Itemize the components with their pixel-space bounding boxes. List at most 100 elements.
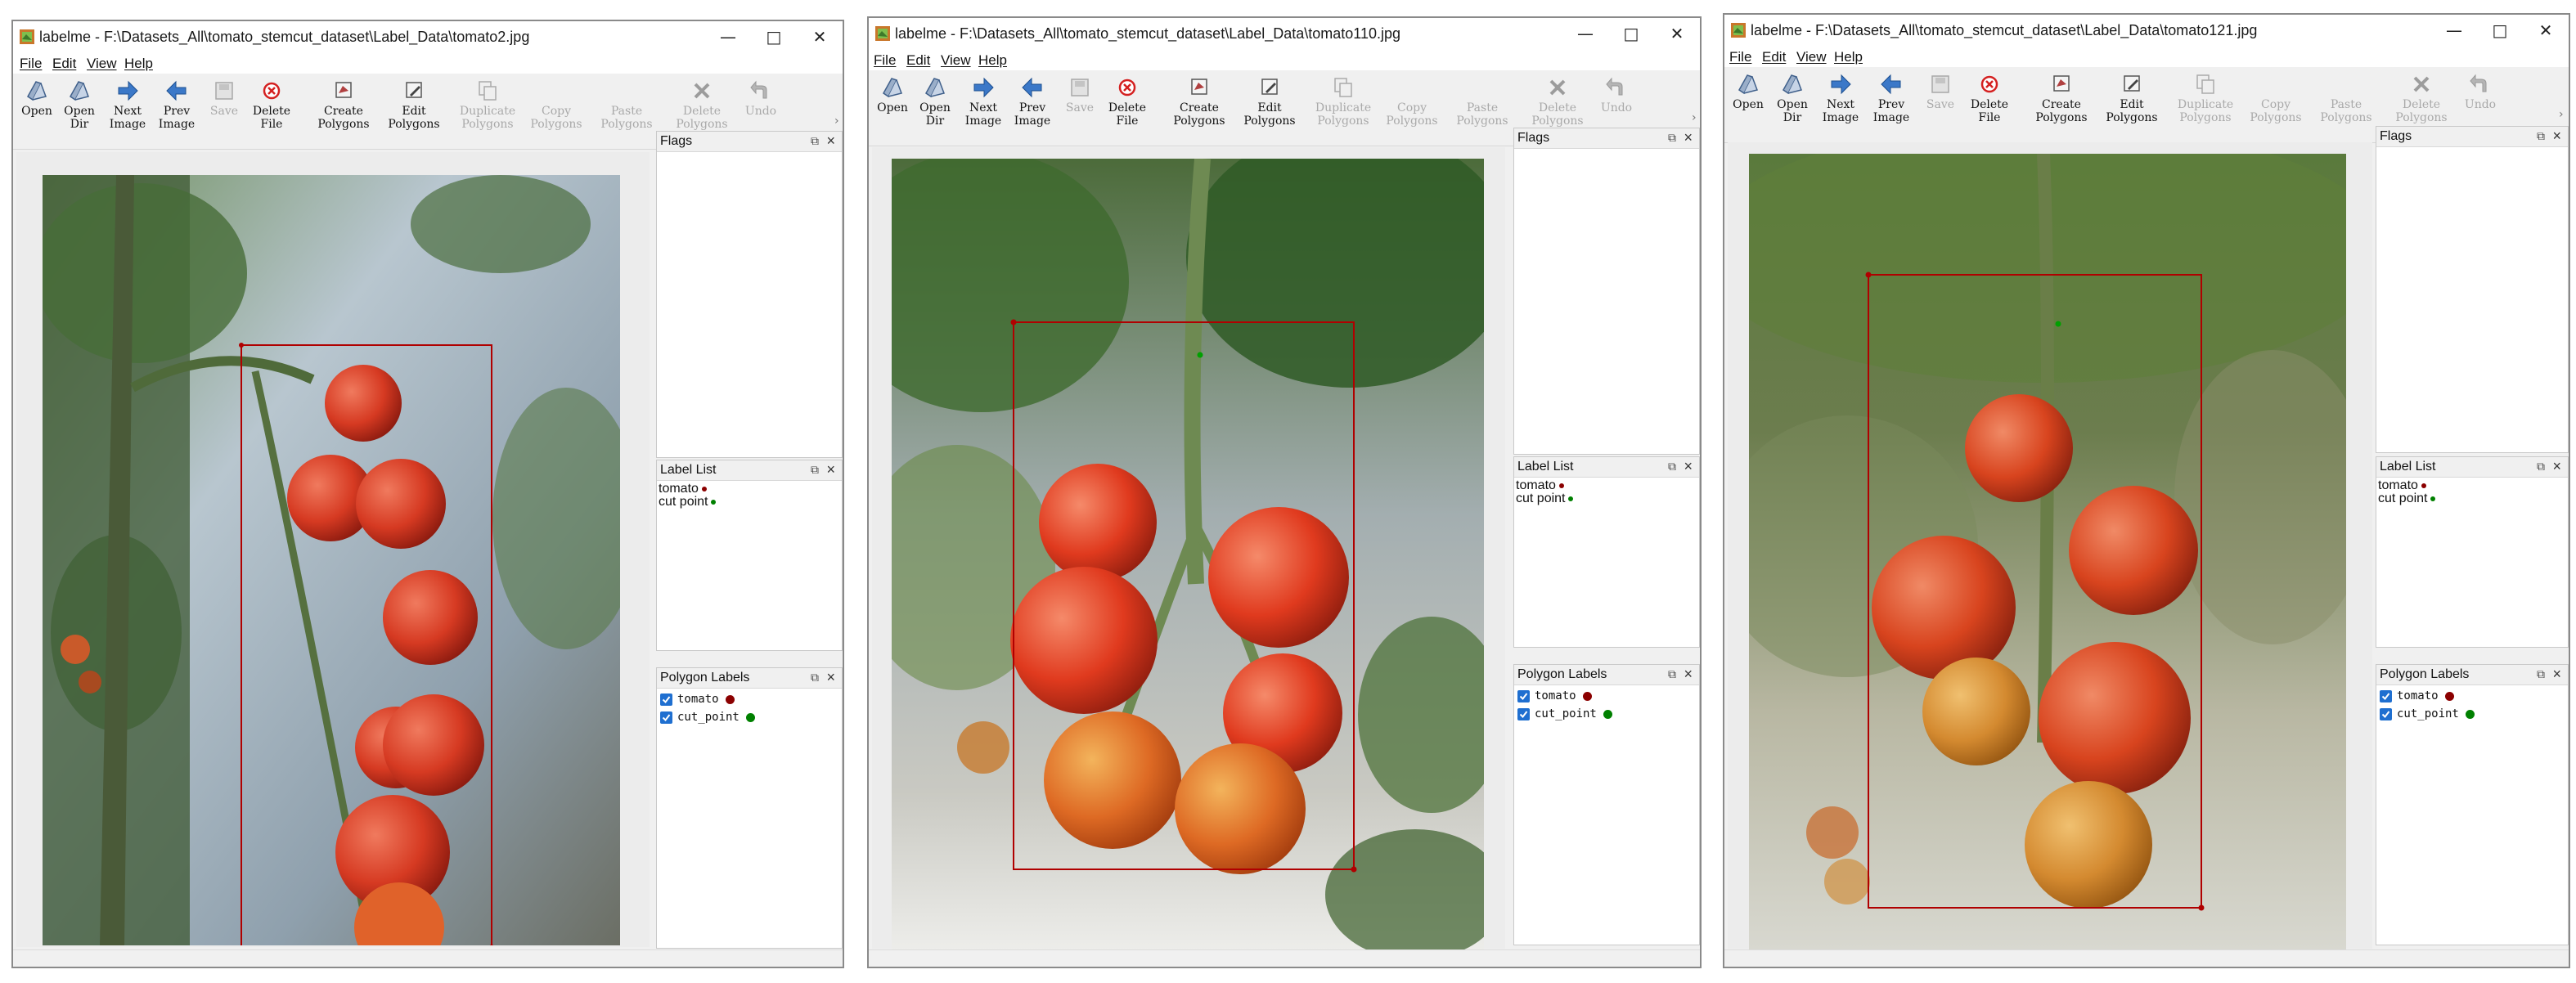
close-dock-icon[interactable]: ×: [826, 132, 835, 150]
prev-image-button[interactable]: Prev Image: [1872, 70, 1911, 141]
title-bar[interactable]: labelme - F:\Datasets_All\tomato_stemcut…: [1724, 15, 2569, 46]
polygon-labels-title: Polygon Labels ⧉ ×: [1514, 665, 1699, 685]
edit-polygons-button[interactable]: Edit Polygons: [1242, 74, 1297, 144]
checkbox[interactable]: [2380, 707, 2392, 720]
polygon-label-cut-point[interactable]: cut_point: [660, 711, 755, 724]
menu-help[interactable]: Help: [1834, 49, 1863, 65]
float-icon[interactable]: ⧉: [2537, 129, 2545, 143]
close-dock-icon[interactable]: ×: [2552, 458, 2561, 475]
menu-file[interactable]: File: [1729, 49, 1751, 65]
create-polygons-button[interactable]: Create Polygons: [2034, 70, 2089, 141]
menu-file[interactable]: File: [874, 52, 896, 69]
menu-help[interactable]: Help: [978, 52, 1007, 69]
label-list-item-cut-point[interactable]: cut point: [659, 495, 717, 509]
create-polygons-button[interactable]: Create Polygons: [1171, 74, 1227, 144]
save-button[interactable]: Save: [1063, 74, 1096, 144]
checkbox[interactable]: [660, 711, 672, 724]
checkbox[interactable]: [1517, 689, 1530, 702]
close-dock-icon[interactable]: ×: [2552, 128, 2561, 145]
label-list-item-cut-point[interactable]: cut point: [1516, 492, 1574, 506]
polygon-label-cut-point[interactable]: cut_point: [1517, 707, 1612, 720]
next-image-button[interactable]: Next Image: [1821, 70, 1860, 141]
paste-polygons-button[interactable]: Paste Polygons: [1454, 74, 1510, 144]
duplicate-polygons-button[interactable]: Duplicate Polygons: [2173, 70, 2238, 141]
close-dock-icon[interactable]: ×: [826, 669, 835, 686]
prev-image-button[interactable]: Prev Image: [1013, 74, 1052, 144]
close-window-button[interactable]: ✕: [1654, 18, 1700, 49]
checkbox[interactable]: [2380, 689, 2392, 702]
copy-polygons-button[interactable]: Copy Polygons: [2248, 70, 2304, 141]
close-dock-icon[interactable]: ×: [1684, 666, 1693, 683]
next-image-button[interactable]: Next Image: [964, 74, 1003, 144]
image-canvas[interactable]: [872, 147, 1505, 950]
close-window-button[interactable]: ✕: [2523, 15, 2569, 46]
paste-polygons-button[interactable]: Paste Polygons: [2318, 70, 2374, 141]
save-button[interactable]: Save: [1924, 70, 1957, 141]
duplicate-polygons-button[interactable]: Duplicate Polygons: [1310, 74, 1376, 144]
float-icon[interactable]: ⧉: [2537, 667, 2545, 681]
close-dock-icon[interactable]: ×: [1684, 129, 1693, 146]
duplicate-polygons-button[interactable]: Duplicate Polygons: [455, 77, 520, 147]
menu-edit[interactable]: Edit: [906, 52, 930, 69]
close-window-button[interactable]: ✕: [797, 21, 843, 52]
menu-view[interactable]: View: [1796, 49, 1827, 65]
float-icon[interactable]: ⧉: [1668, 667, 1676, 681]
menu-view[interactable]: View: [87, 56, 117, 72]
toolbar-overflow-icon[interactable]: ›: [1692, 111, 1697, 124]
maximize-button[interactable]: □: [1608, 18, 1654, 49]
edit-polygons-button[interactable]: Edit Polygons: [386, 77, 442, 147]
minimize-button[interactable]: —: [2431, 15, 2477, 46]
toolbar-overflow-icon[interactable]: ›: [834, 114, 839, 128]
prev-image-button[interactable]: Prev Image: [157, 77, 196, 147]
delete-file-button[interactable]: Delete File: [1968, 70, 2011, 141]
create-polygons-button[interactable]: Create Polygons: [316, 77, 371, 147]
maximize-button[interactable]: □: [751, 21, 797, 52]
edit-polygons-button[interactable]: Edit Polygons: [2104, 70, 2160, 141]
menu-file[interactable]: File: [20, 56, 42, 72]
menu-help[interactable]: Help: [124, 56, 153, 72]
delete-file-button[interactable]: Delete File: [250, 77, 293, 147]
minimize-button[interactable]: —: [1562, 18, 1608, 49]
close-dock-icon[interactable]: ×: [826, 461, 835, 478]
float-icon[interactable]: ⧉: [2537, 460, 2545, 474]
open-dir-button[interactable]: Open Dir: [918, 74, 952, 144]
close-dock-icon[interactable]: ×: [1684, 458, 1693, 475]
maximize-button[interactable]: □: [2477, 15, 2523, 46]
labelme-app-icon: [20, 29, 34, 44]
title-bar[interactable]: labelme - F:\Datasets_All\tomato_stemcut…: [869, 18, 1700, 49]
float-icon[interactable]: ⧉: [811, 463, 819, 477]
title-bar[interactable]: labelme - F:\Datasets_All\tomato_stemcut…: [13, 21, 843, 52]
checkbox[interactable]: [1517, 707, 1530, 720]
polygon-label-tomato[interactable]: tomato: [660, 693, 735, 706]
copy-polygons-button[interactable]: Copy Polygons: [1384, 74, 1440, 144]
float-icon[interactable]: ⧉: [1668, 460, 1676, 474]
image-canvas[interactable]: [16, 152, 650, 947]
label-list-item-cut-point[interactable]: cut point: [2378, 492, 2436, 506]
float-icon[interactable]: ⧉: [1668, 131, 1676, 145]
polygon-label-tomato[interactable]: tomato: [1517, 689, 1592, 702]
polygon-labels-title: Polygon Labels ⧉ ×: [2376, 665, 2568, 685]
next-image-button[interactable]: Next Image: [108, 77, 147, 147]
minimize-button[interactable]: —: [705, 21, 751, 52]
delete-file-button[interactable]: Delete File: [1106, 74, 1149, 144]
close-dock-icon[interactable]: ×: [2552, 666, 2561, 683]
color-dot-icon: [2465, 709, 2475, 719]
menu-edit[interactable]: Edit: [1762, 49, 1786, 65]
float-icon[interactable]: ⧉: [811, 671, 819, 685]
save-button[interactable]: Save: [208, 77, 241, 147]
menu-view[interactable]: View: [941, 52, 971, 69]
open-button[interactable]: Open: [875, 74, 910, 144]
polygon-label-cut-point[interactable]: cut_point: [2380, 707, 2475, 720]
open-button[interactable]: Open: [1731, 70, 1765, 141]
checkbox[interactable]: [660, 693, 672, 706]
paste-polygons-button[interactable]: Paste Polygons: [599, 77, 654, 147]
polygon-label-tomato[interactable]: tomato: [2380, 689, 2454, 702]
menu-edit[interactable]: Edit: [52, 56, 76, 72]
image-canvas[interactable]: [1728, 142, 2372, 950]
float-icon[interactable]: ⧉: [811, 134, 819, 148]
open-button[interactable]: Open: [20, 77, 54, 147]
open-dir-button[interactable]: Open Dir: [62, 77, 97, 147]
toolbar-overflow-icon[interactable]: ›: [2559, 108, 2564, 121]
open-dir-button[interactable]: Open Dir: [1775, 70, 1809, 141]
copy-polygons-button[interactable]: Copy Polygons: [528, 77, 584, 147]
